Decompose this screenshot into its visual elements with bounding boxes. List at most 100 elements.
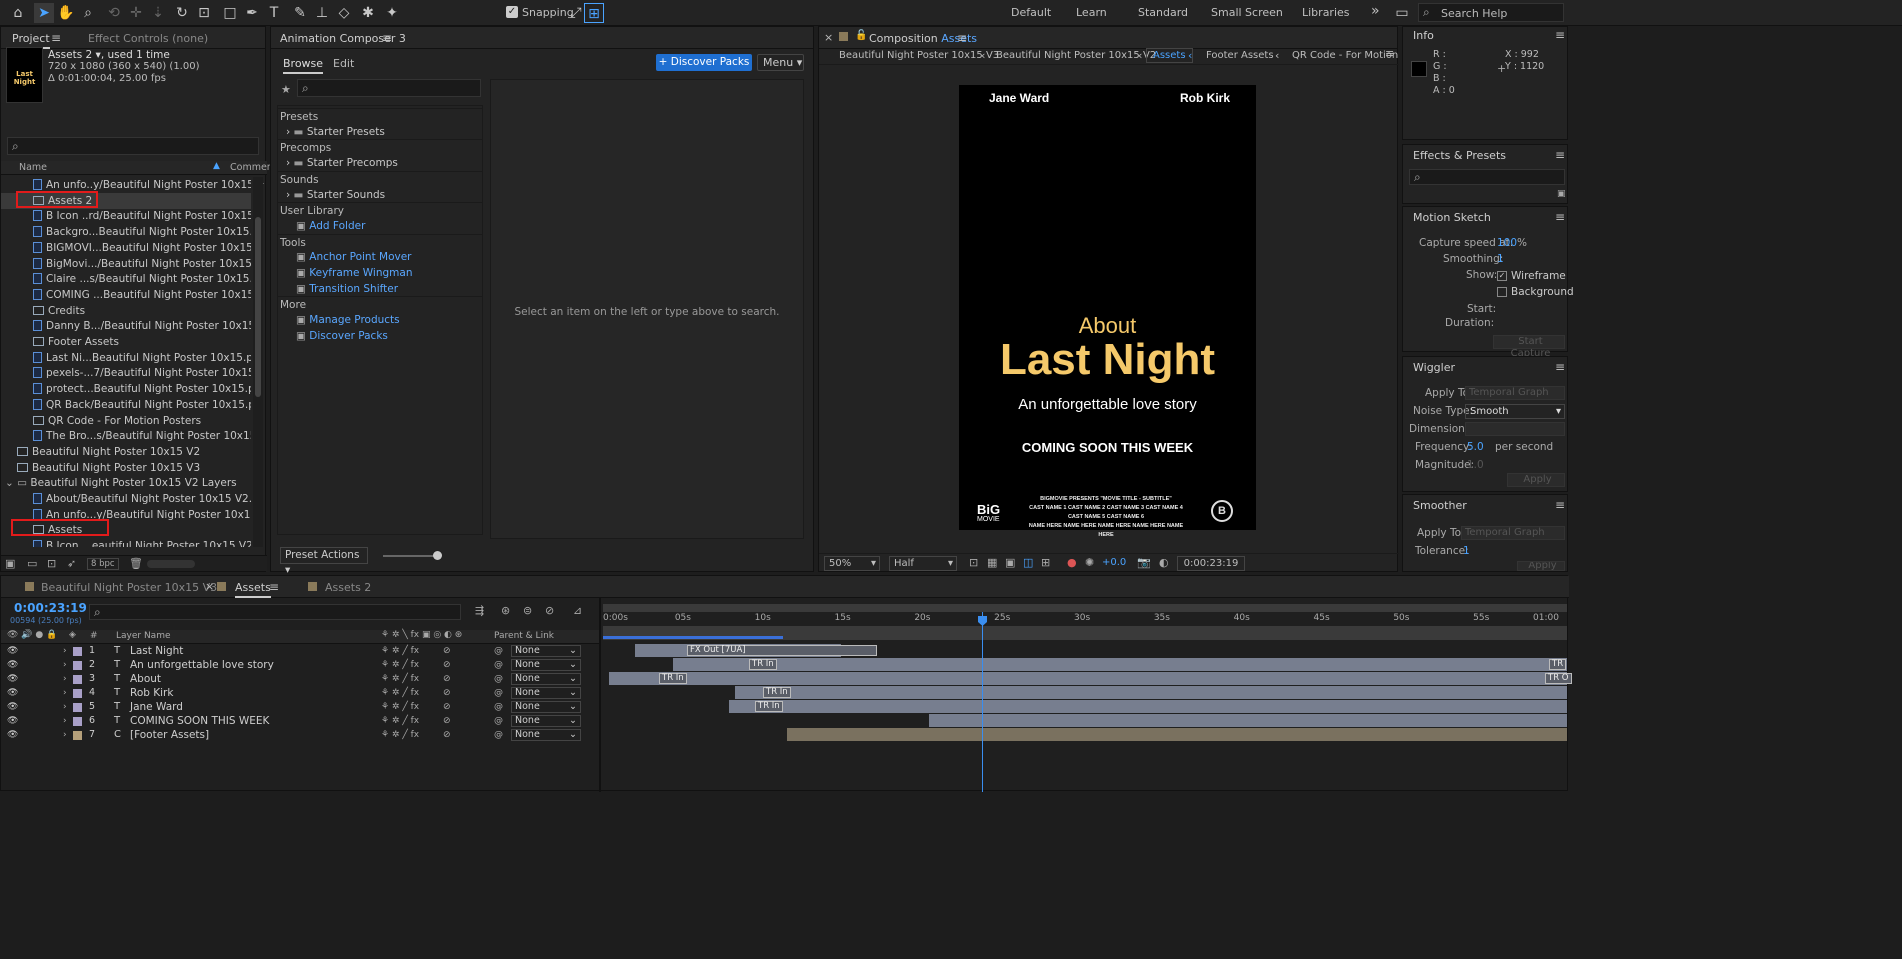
capture-speed-value[interactable]: 100	[1497, 237, 1517, 249]
layer-duration-bar[interactable]	[729, 700, 1567, 713]
info-menu-icon[interactable]: ≡	[1555, 28, 1565, 42]
animation-preset-keyframe[interactable]: TR In	[659, 673, 687, 684]
graph-editor-icon[interactable]: ⊿	[573, 604, 582, 617]
link-icon[interactable]: ⊘	[443, 728, 451, 742]
tree-folder[interactable]: › ▬ Starter Sounds	[278, 187, 482, 203]
zoom-dropdown[interactable]: 50% ▾	[824, 556, 880, 571]
favorites-star-icon[interactable]: ★	[281, 83, 291, 96]
pan-tool-icon[interactable]: ✛	[126, 3, 146, 23]
eye-icon[interactable]: 👁	[7, 672, 18, 686]
composition-canvas[interactable]: Jane Ward Rob Kirk About Last Night An u…	[959, 85, 1256, 538]
trash-icon[interactable]: 🗑	[129, 557, 143, 570]
layer-switches-icon[interactable]: ⚘ ✲ ╱ fx	[381, 658, 419, 672]
workspace-small-screen[interactable]: Small Screen	[1211, 6, 1283, 19]
tree-link[interactable]: ▣ Manage Products	[278, 312, 482, 328]
layer-name-column[interactable]: Layer Name	[116, 631, 171, 641]
selection-tool-icon[interactable]: ➤	[34, 3, 54, 23]
mask-visibility-icon[interactable]: ▣	[1005, 556, 1015, 569]
eye-icon[interactable]: 👁	[7, 700, 18, 714]
effects-menu-icon[interactable]: ≡	[1555, 148, 1565, 162]
apply-to-dropdown[interactable]: Temporal Graph	[1465, 386, 1565, 400]
crumb-item[interactable]: Beautiful Night Poster 10x15 V3	[839, 50, 999, 61]
preview-size-slider[interactable]	[383, 551, 442, 560]
eye-icon[interactable]: 👁	[7, 658, 18, 672]
new-folder-icon[interactable]: ▭	[27, 557, 37, 570]
viewer-timecode[interactable]: 0:00:23:19	[1177, 556, 1245, 571]
project-scrollbar[interactable]	[253, 177, 263, 547]
start-capture-button[interactable]: Start Capture	[1493, 335, 1565, 359]
tab-edit[interactable]: Edit	[333, 57, 354, 70]
footage-item[interactable]: Last Ni...Beautiful Night Poster 10x15.p…	[1, 350, 251, 366]
layer-name[interactable]: Last Night	[130, 644, 183, 658]
layer-row[interactable]: 👁 › 4 T Rob Kirk ⚘ ✲ ╱ fx ⊘ @ None ⌄	[1, 686, 599, 700]
tab-effect-controls[interactable]: Effect Controls (none)	[88, 32, 208, 45]
comp-item[interactable]: Beautiful Night Poster 10x15 V2	[1, 444, 251, 460]
footage-item[interactable]: QR Back/Beautiful Night Poster 10x15.psd	[1, 397, 251, 413]
label-color[interactable]	[73, 675, 82, 684]
crumb-item[interactable]: QR Code - For Motion	[1292, 50, 1398, 61]
pickwhip-icon[interactable]: @	[494, 644, 503, 658]
pen-tool-icon[interactable]: ✒	[242, 3, 262, 23]
background-checkbox[interactable]	[1497, 287, 1507, 297]
preset-actions-dropdown[interactable]: Preset Actions ▾	[280, 547, 368, 576]
time-ruler[interactable]: 0:00s 05s 10s 15s 20s 25s 30s 35s 40s 45s 50s 55s 01…	[603, 612, 1567, 626]
layer-name[interactable]: Jane Ward	[130, 700, 183, 714]
layer-name[interactable]: COMING SOON THIS WEEK	[130, 714, 269, 728]
crumb-item[interactable]: Footer Assets	[1206, 50, 1274, 61]
label-color[interactable]	[73, 717, 82, 726]
footage-item[interactable]: B Icon ..rd/Beautiful Night Poster 10x15…	[1, 208, 251, 224]
workspace-default[interactable]: Default	[1011, 6, 1051, 19]
pickwhip-icon[interactable]: @	[494, 700, 503, 714]
zoom-tool-icon[interactable]: ⌕	[78, 3, 98, 23]
footage-item[interactable]: BigMovi.../Beautiful Night Poster 10x15.…	[1, 256, 251, 272]
close-icon[interactable]: ×	[205, 580, 214, 593]
more-workspaces-button[interactable]: »	[1371, 3, 1380, 19]
effects-title[interactable]: Effects & Presets	[1413, 149, 1506, 162]
layer-name[interactable]: About	[130, 672, 161, 686]
animation-preset-keyframe[interactable]: TR In	[763, 687, 791, 698]
eye-icon[interactable]: 👁	[7, 686, 18, 700]
parent-dropdown[interactable]: None ⌄	[511, 673, 581, 685]
link-icon[interactable]: ⊘	[443, 700, 451, 714]
transparency-grid-icon[interactable]: ▦	[987, 556, 997, 569]
wiggler-menu-icon[interactable]: ≡	[1555, 360, 1565, 374]
footage-item[interactable]: COMING ...Beautiful Night Poster 10x15.p…	[1, 287, 251, 303]
layer-duration-bar[interactable]	[787, 728, 1567, 741]
comp-item[interactable]: QR Code - For Motion Posters	[1, 413, 251, 429]
parent-dropdown[interactable]: None ⌄	[511, 729, 581, 741]
layer-duration-bar[interactable]	[735, 686, 1567, 699]
current-time-indicator[interactable]	[982, 612, 983, 792]
eye-icon[interactable]: 👁	[7, 644, 18, 658]
parent-dropdown[interactable]: None ⌄	[511, 715, 581, 727]
tree-link[interactable]: ▣ Transition Shifter	[278, 281, 482, 297]
layer-row[interactable]: 👁 › 3 T About ⚘ ✲ ╱ fx ⊘ @ None ⌄	[1, 672, 599, 686]
show-snapshot-icon[interactable]: ◐	[1159, 556, 1169, 569]
frame-blending-icon[interactable]: ⊘	[545, 604, 554, 617]
smoother-menu-icon[interactable]: ≡	[1555, 498, 1565, 512]
discover-packs-button[interactable]: + Discover Packs	[656, 54, 752, 71]
dimensions-dropdown[interactable]	[1465, 422, 1565, 436]
layer-name[interactable]: [Footer Assets]	[130, 728, 209, 742]
footage-item[interactable]: B Icon ...eautiful Night Poster 10x15 V2…	[1, 538, 251, 547]
timeline-tab[interactable]: Assets 2	[325, 581, 371, 594]
eraser-tool-icon[interactable]: ◇	[334, 3, 354, 23]
home-icon[interactable]: ⌂	[8, 3, 28, 23]
crumb-item-active[interactable]: Assets	[1146, 48, 1193, 63]
layer-search-input[interactable]: ⌕	[89, 604, 461, 620]
lock-icon[interactable]: 🔓	[855, 30, 867, 41]
thumbnail-slider[interactable]	[147, 560, 195, 568]
layer-row[interactable]: 👁 › 7 C [Footer Assets] ⚘ ✲ ╱ fx ⊘ @ None ⌄	[1, 728, 599, 742]
comp-mini-flowchart-icon[interactable]: ⇶	[475, 604, 484, 617]
expand-arrow-icon[interactable]: ›	[63, 700, 67, 714]
link-icon[interactable]: ⊘	[443, 672, 451, 686]
frequency-value[interactable]: 5.0	[1467, 441, 1484, 453]
rectangle-tool-icon[interactable]: □	[220, 3, 240, 23]
info-title[interactable]: Info	[1413, 29, 1434, 42]
pickwhip-icon[interactable]: @	[494, 714, 503, 728]
workspace-panel-icon[interactable]: ▭	[1392, 3, 1412, 23]
new-bin-icon[interactable]: ▣	[1557, 189, 1566, 199]
footage-item[interactable]: The Bro...s/Beautiful Night Poster 10x15…	[1, 428, 251, 444]
clone-stamp-tool-icon[interactable]: ⊥	[312, 3, 332, 23]
composer-menu-icon[interactable]: ≡	[382, 31, 392, 45]
footage-item[interactable]: pexels-...7/Beautiful Night Poster 10x15…	[1, 365, 251, 381]
